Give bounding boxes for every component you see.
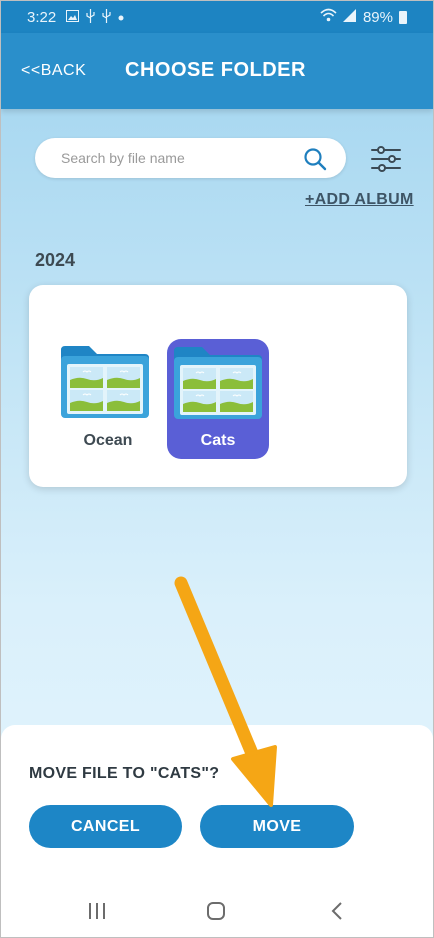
move-button[interactable]: MOVE <box>200 805 354 848</box>
page-title: CHOOSE FOLDER <box>125 59 306 81</box>
back-icon[interactable] <box>329 901 345 926</box>
folder-cats[interactable]: Cats <box>167 339 269 459</box>
folder-ocean[interactable]: Ocean <box>57 340 159 460</box>
signal-icon <box>342 8 357 26</box>
search-icon[interactable] <box>303 147 327 171</box>
battery-percent: 89% <box>362 8 393 26</box>
folder-label: Cats <box>200 432 236 449</box>
app-screen: 3:22 89% <<BACK CHOOSE FOLDER Search by … <box>0 0 434 938</box>
folder-label: Ocean <box>83 432 133 449</box>
usb-icon <box>102 8 111 26</box>
status-right: 89% <box>320 8 407 26</box>
status-left-icons <box>66 8 124 26</box>
home-icon[interactable] <box>206 901 226 926</box>
dot-icon <box>118 10 124 24</box>
back-button[interactable]: <<BACK <box>21 62 86 80</box>
search-input[interactable] <box>61 146 291 170</box>
filter-icon[interactable] <box>370 145 402 173</box>
status-bar: 3:22 89% <box>1 1 433 33</box>
folder-icon <box>61 346 149 418</box>
battery-icon <box>399 10 407 24</box>
image-icon <box>66 9 80 25</box>
add-album-link[interactable]: +ADD ALBUM <box>305 191 414 209</box>
search-bar[interactable] <box>35 138 346 178</box>
recent-apps-icon[interactable] <box>87 901 107 926</box>
cancel-button[interactable]: CANCEL <box>29 805 182 848</box>
folder-icon <box>174 347 262 419</box>
year-heading: 2024 <box>35 250 76 270</box>
annotation-arrow-icon <box>174 576 277 807</box>
header-bar: <<BACK CHOOSE FOLDER <box>1 33 433 109</box>
album-card: Ocean Cats <box>29 285 407 487</box>
status-time: 3:22 <box>27 8 57 26</box>
wifi-icon <box>320 8 337 26</box>
system-nav-bar <box>1 885 433 937</box>
usb-icon <box>86 8 95 26</box>
